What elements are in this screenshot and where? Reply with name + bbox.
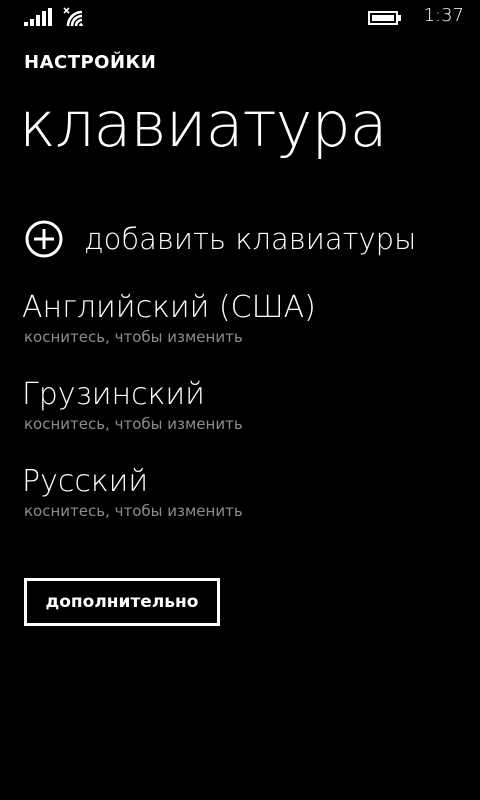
add-keyboards-button[interactable]: добавить клавиатуры: [24, 216, 416, 262]
app-title: НАСТРОЙКИ: [24, 52, 157, 73]
plus-circle-icon: [25, 220, 63, 258]
keyboard-item-georgian[interactable]: Грузинский коснитесь, чтобы изменить: [22, 373, 462, 460]
status-bar: 1:37: [0, 0, 480, 34]
status-time: 1:37: [423, 5, 464, 26]
more-button[interactable]: дополнительно: [24, 578, 220, 626]
add-keyboards-label: добавить клавиатуры: [84, 222, 417, 256]
keyboard-item-russian[interactable]: Русский коснитесь, чтобы изменить: [22, 460, 462, 547]
keyboard-name: Английский (США): [22, 290, 316, 325]
wifi-icon: [63, 7, 83, 26]
keyboard-hint: коснитесь, чтобы изменить: [24, 502, 243, 520]
keyboard-name: Русский: [22, 464, 149, 499]
keyboard-hint: коснитесь, чтобы изменить: [24, 328, 243, 346]
keyboard-hint: коснитесь, чтобы изменить: [24, 415, 243, 433]
battery-icon: [368, 11, 401, 25]
keyboard-list: Английский (США) коснитесь, чтобы измени…: [22, 286, 462, 547]
keyboard-item-english-us[interactable]: Английский (США) коснитесь, чтобы измени…: [22, 286, 462, 373]
page-title: клавиатура: [19, 88, 388, 161]
signal-icon: [24, 8, 52, 26]
keyboard-name: Грузинский: [22, 377, 205, 412]
